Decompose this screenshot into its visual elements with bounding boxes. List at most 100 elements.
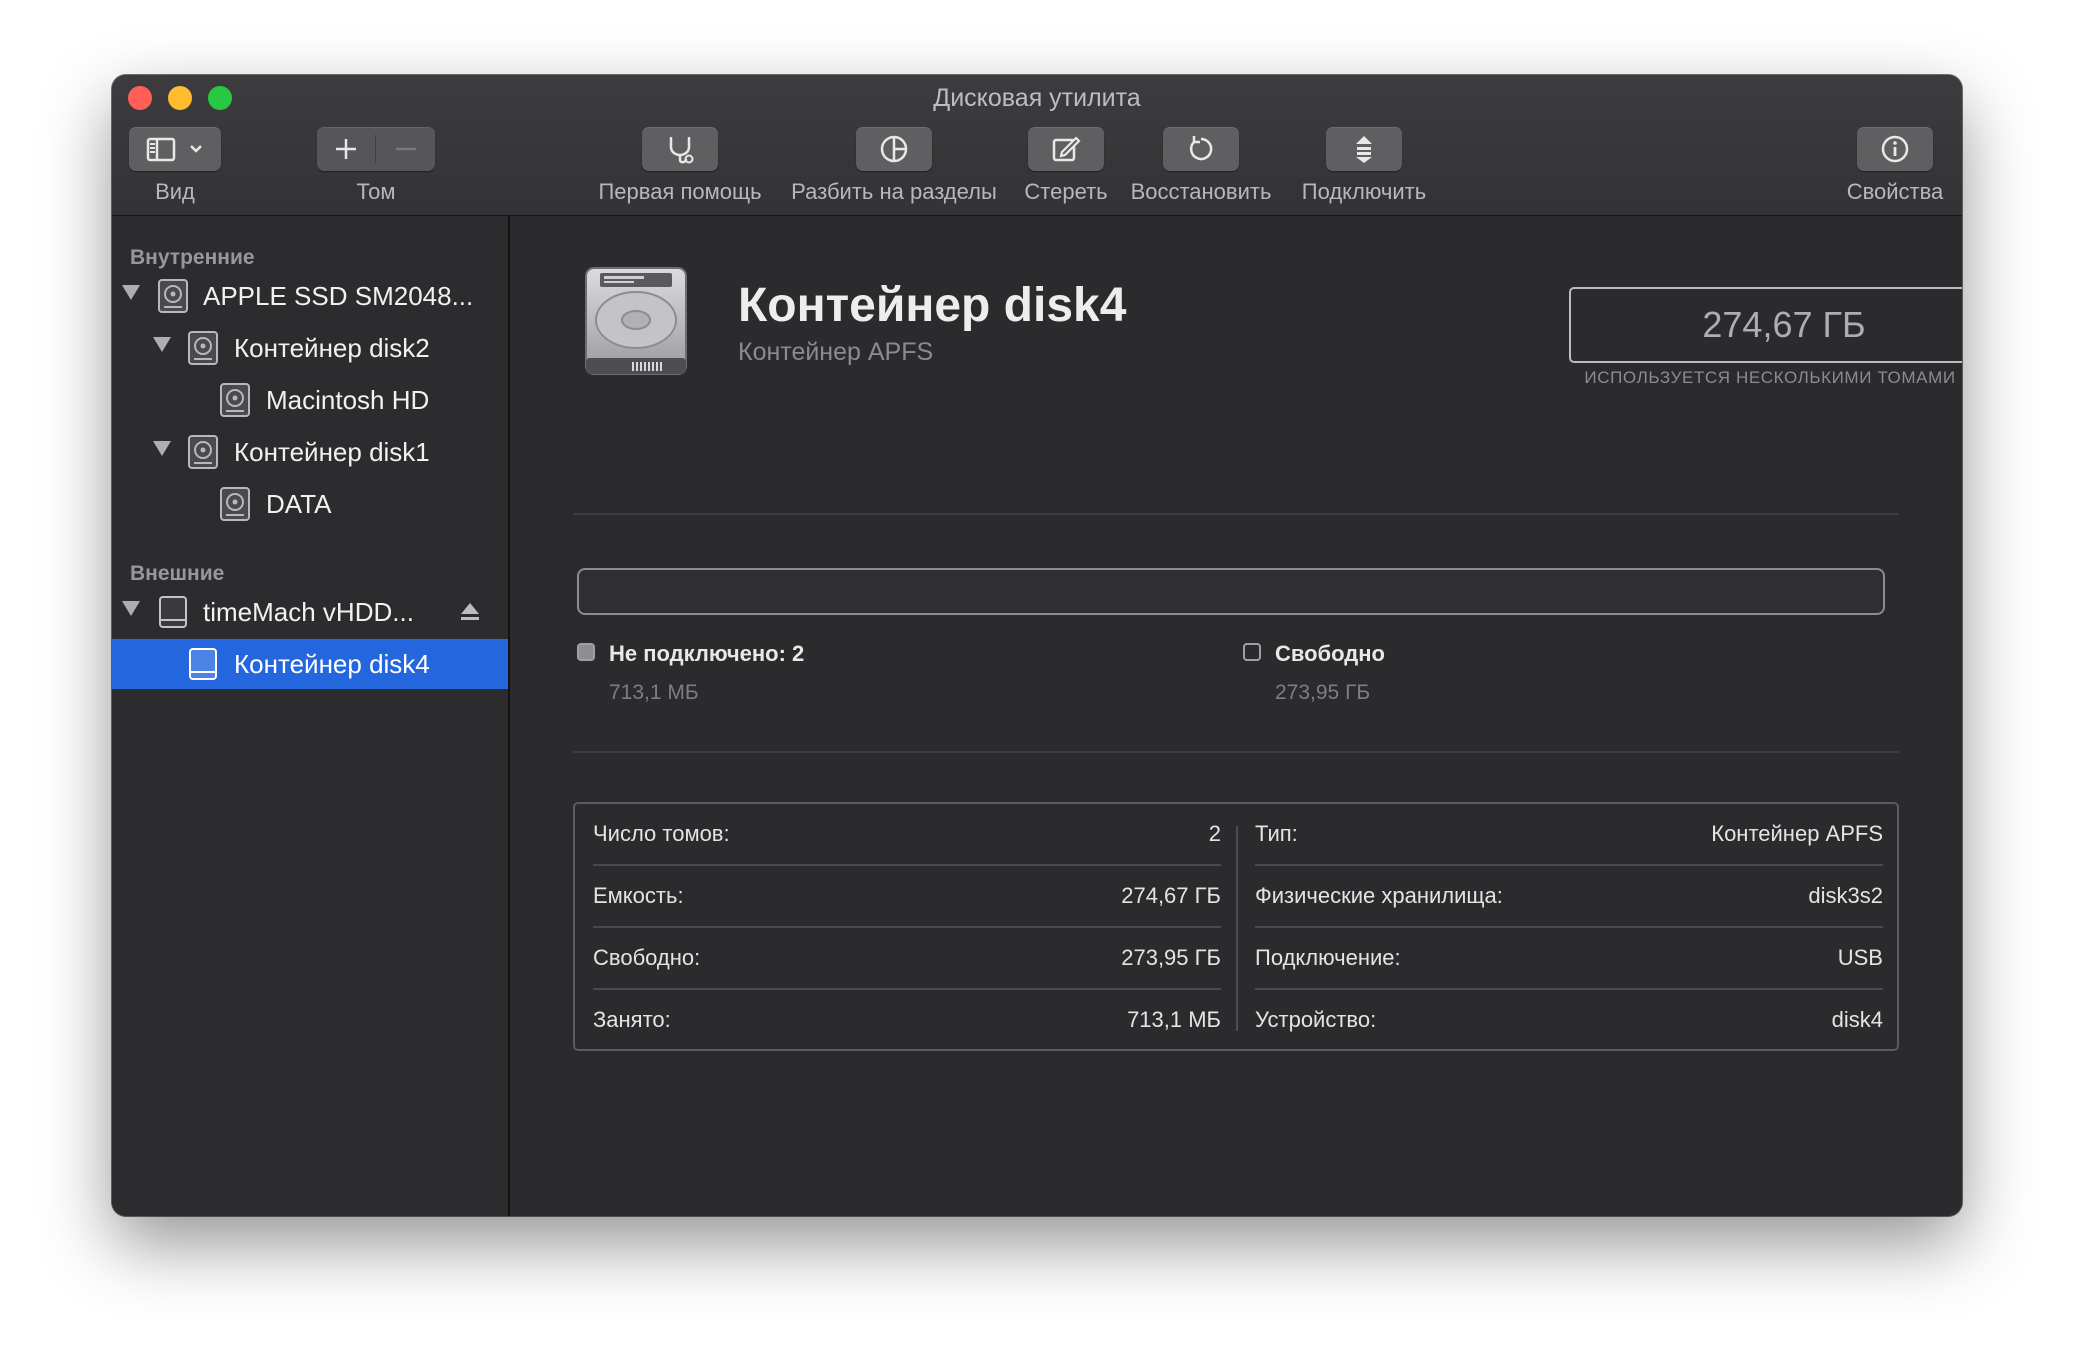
info-key: Занято: [593,1007,671,1032]
external-disk-icon [159,596,187,628]
mount-icon [1356,136,1372,163]
info-row: Свободно: 273,95 ГБ [593,928,1221,990]
remove-volume-button[interactable] [377,127,435,171]
sidebar-icon [146,137,202,162]
info-key: Физические хранилища: [1255,883,1503,908]
sidebar-section-internal: Внутренние [130,246,255,269]
partition-label: Разбить на разделы [791,179,997,204]
sidebar-item-label: Контейнер disk1 [234,437,430,467]
sidebar-item-apple-ssd[interactable]: APPLE SSD SM2048... [112,271,508,321]
info-value: 713,1 МБ [1127,1007,1221,1032]
pie-chart-icon [880,135,908,163]
info-row: Устройство: disk4 [1255,990,1883,1052]
info-button[interactable] [1857,127,1933,171]
chevron-down-icon [190,145,202,153]
window-title: Дисковая утилита [933,84,1141,112]
sidebar-item-container-disk1[interactable]: Контейнер disk1 [112,427,508,477]
usage-bar [577,568,1885,615]
volume-label: Том [356,179,396,204]
info-value: Контейнер APFS [1711,821,1883,846]
mount-button[interactable] [1326,127,1402,171]
internal-disk-icon [158,279,188,313]
legend-value: 713,1 МБ [609,681,699,704]
divider [573,751,1899,753]
restore-label: Восстановить [1130,179,1272,204]
eject-icon[interactable] [460,601,480,623]
info-value: 273,95 ГБ [1121,945,1221,970]
legend-swatch [577,643,595,661]
info-key: Устройство: [1255,1007,1377,1032]
info-value: disk3s2 [1808,883,1883,908]
disclosure-triangle-icon[interactable] [122,601,140,616]
sidebar-item-label: Macintosh HD [266,385,430,415]
sidebar-item-macintosh-hd[interactable]: Macintosh HD [112,375,508,425]
internal-disk-icon [220,383,250,417]
info-key: Тип: [1255,821,1298,846]
container-title: Контейнер disk4 [738,279,1127,332]
info-key: Число томов: [593,821,730,846]
sidebar-section-external: Внешние [130,562,225,585]
restore-icon [1189,136,1213,161]
sidebar-item-label: Контейнер disk4 [234,649,430,679]
sidebar-item-label: DATA [266,489,332,519]
view-button[interactable] [129,127,221,171]
info-value: 274,67 ГБ [1121,883,1221,908]
external-disk-icon [189,648,217,680]
add-volume-button[interactable] [317,127,375,171]
partition-button[interactable] [856,127,932,171]
internal-disk-icon [220,487,250,521]
first-aid-button[interactable] [642,127,718,171]
first-aid-label: Первая помощь [598,179,762,204]
sidebar-item-label: Контейнер disk2 [234,333,430,363]
legend-title: Свободно [1275,641,1385,666]
hard-drive-icon [585,267,687,375]
stethoscope-icon [669,137,694,164]
sidebar-item-container-disk4[interactable]: Контейнер disk4 [112,639,508,689]
disclosure-triangle-icon[interactable] [153,441,171,456]
restore-button[interactable] [1163,127,1239,171]
disclosure-triangle-icon[interactable] [153,337,171,352]
disclosure-triangle-icon[interactable] [122,285,140,300]
toolbar: Дисковая утилита Вид Том Первая помощь Р… [112,75,1962,216]
info-value: USB [1837,945,1883,970]
info-row: Физические хранилища: disk3s2 [1255,866,1883,928]
container-subtitle: Контейнер APFS [738,338,934,366]
info-row: Емкость: 274,67 ГБ [593,866,1221,928]
info-table: Число томов: 2 Емкость: 274,67 ГБ Свобод… [573,802,1899,1051]
plus-icon [336,139,356,159]
erase-icon [1052,136,1081,162]
legend-value: 273,95 ГБ [1275,681,1371,704]
info-label: Свойства [1846,179,1944,204]
info-key: Свободно: [593,945,701,970]
detail-pane: Контейнер disk4 Контейнер APFS 274,67 ГБ… [510,216,1962,1216]
info-key: Емкость: [593,883,684,908]
disk-utility-window: Дисковая утилита Вид Том Первая помощь Р… [112,75,1962,1216]
view-label: Вид [155,179,195,204]
minus-icon [396,147,416,151]
info-column-divider [1236,826,1238,1031]
sidebar-item-label: timeMach vHDD... [203,597,414,627]
internal-disk-icon [188,435,218,469]
capacity-note: ИСПОЛЬЗУЕТСЯ НЕСКОЛЬКИМИ ТОМАМИ (2) [1584,368,1962,387]
sidebar-item-data[interactable]: DATA [112,479,508,529]
capacity-display: 274,67 ГБ [1569,287,1962,363]
legend-title: Не подключено: 2 [609,641,805,666]
info-value: disk4 [1831,1007,1883,1032]
info-value: 2 [1208,821,1221,846]
info-key: Подключение: [1255,945,1401,970]
sidebar: Внутренние APPLE SSD SM2048... Контейнер… [112,216,510,1216]
mount-label: Подключить [1301,179,1427,204]
info-icon [1881,135,1909,163]
erase-button[interactable] [1028,127,1104,171]
sidebar-item-label: APPLE SSD SM2048... [203,281,474,311]
info-row: Тип: Контейнер APFS [1255,804,1883,866]
sidebar-item-timemach[interactable]: timeMach vHDD... [112,587,508,637]
info-row: Число томов: 2 [593,804,1221,866]
info-row: Занято: 713,1 МБ [593,990,1221,1052]
sidebar-item-container-disk2[interactable]: Контейнер disk2 [112,323,508,373]
info-row: Подключение: USB [1255,928,1883,990]
legend-swatch [1243,643,1261,661]
volume-segment [317,127,435,171]
internal-disk-icon [188,331,218,365]
divider [573,513,1899,515]
